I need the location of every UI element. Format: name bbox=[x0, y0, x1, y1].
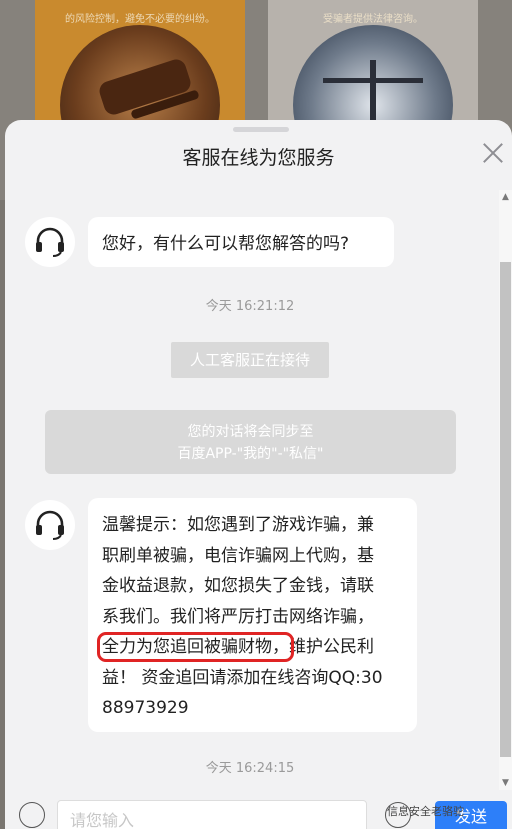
scrollbar[interactable]: ▲ ▼ bbox=[499, 190, 512, 790]
sync-notice: 您的对话将会同步至 百度APP-"我的"-"私信" bbox=[45, 410, 456, 474]
agent-avatar bbox=[25, 217, 75, 267]
message-line: 温馨提示：如您遇到了游戏诈骗，兼 bbox=[102, 515, 374, 535]
scroll-up-arrow-icon[interactable]: ▲ bbox=[499, 190, 512, 204]
agent-message-greeting: 您好，有什么可以帮您解答的吗? bbox=[88, 217, 394, 267]
sync-notice-line: 百度APP-"我的"-"私信" bbox=[177, 446, 324, 462]
background-card-caption: 受骗者提供法律咨询。 bbox=[323, 14, 423, 25]
message-line: 益！ 资金追回请添加在线咨询QQ:30 bbox=[102, 667, 383, 688]
message-line: 88973929 bbox=[102, 698, 189, 718]
message-timestamp: 今天 16:21:12 bbox=[205, 299, 295, 314]
message-line: 金收益退款，如您损失了金钱，请联 bbox=[102, 576, 374, 596]
agent-avatar bbox=[25, 500, 75, 550]
message-line: 系我们。我们将严厉打击网络诈骗， bbox=[102, 606, 374, 627]
sheet-drag-handle[interactable] bbox=[233, 127, 289, 132]
message-line: 全力为您追回被骗财物，维护公民利 bbox=[97, 632, 403, 663]
watermark: 信息安全老骆驼 bbox=[387, 805, 464, 818]
scrollbar-thumb[interactable] bbox=[500, 262, 511, 757]
headset-icon bbox=[36, 510, 64, 540]
message-line: 职刷单被骗，电信诈骗网上代购，基 bbox=[102, 545, 374, 566]
message-input[interactable]: 请您输入 bbox=[57, 800, 367, 829]
headset-icon bbox=[36, 227, 64, 257]
customer-service-chat-sheet: 客服在线为您服务 ▲ ▼ 您好，有什么可以帮您解答的吗? 今天 16:21:12… bbox=[5, 120, 512, 829]
scales-bar bbox=[323, 78, 423, 83]
background-card-caption: 的风险控制，避免不必要的纠纷。 bbox=[65, 14, 215, 25]
close-icon[interactable] bbox=[482, 142, 504, 164]
message-line-rest: 维护公民利 bbox=[289, 637, 374, 657]
sync-notice-line: 您的对话将会同步至 bbox=[187, 424, 314, 440]
info-icon[interactable] bbox=[19, 802, 45, 828]
scroll-down-arrow-icon[interactable]: ▼ bbox=[499, 776, 512, 790]
message-timestamp: 今天 16:24:15 bbox=[205, 761, 295, 776]
highlighted-phrase: 全力为您追回被骗财物， bbox=[97, 632, 294, 662]
agent-message-warning: 温馨提示：如您遇到了游戏诈骗，兼 职刷单被骗，电信诈骗网上代购，基 金收益退款，… bbox=[88, 498, 417, 732]
system-status-message: 人工客服正在接待 bbox=[171, 342, 329, 378]
chat-title: 客服在线为您服务 bbox=[182, 147, 335, 169]
